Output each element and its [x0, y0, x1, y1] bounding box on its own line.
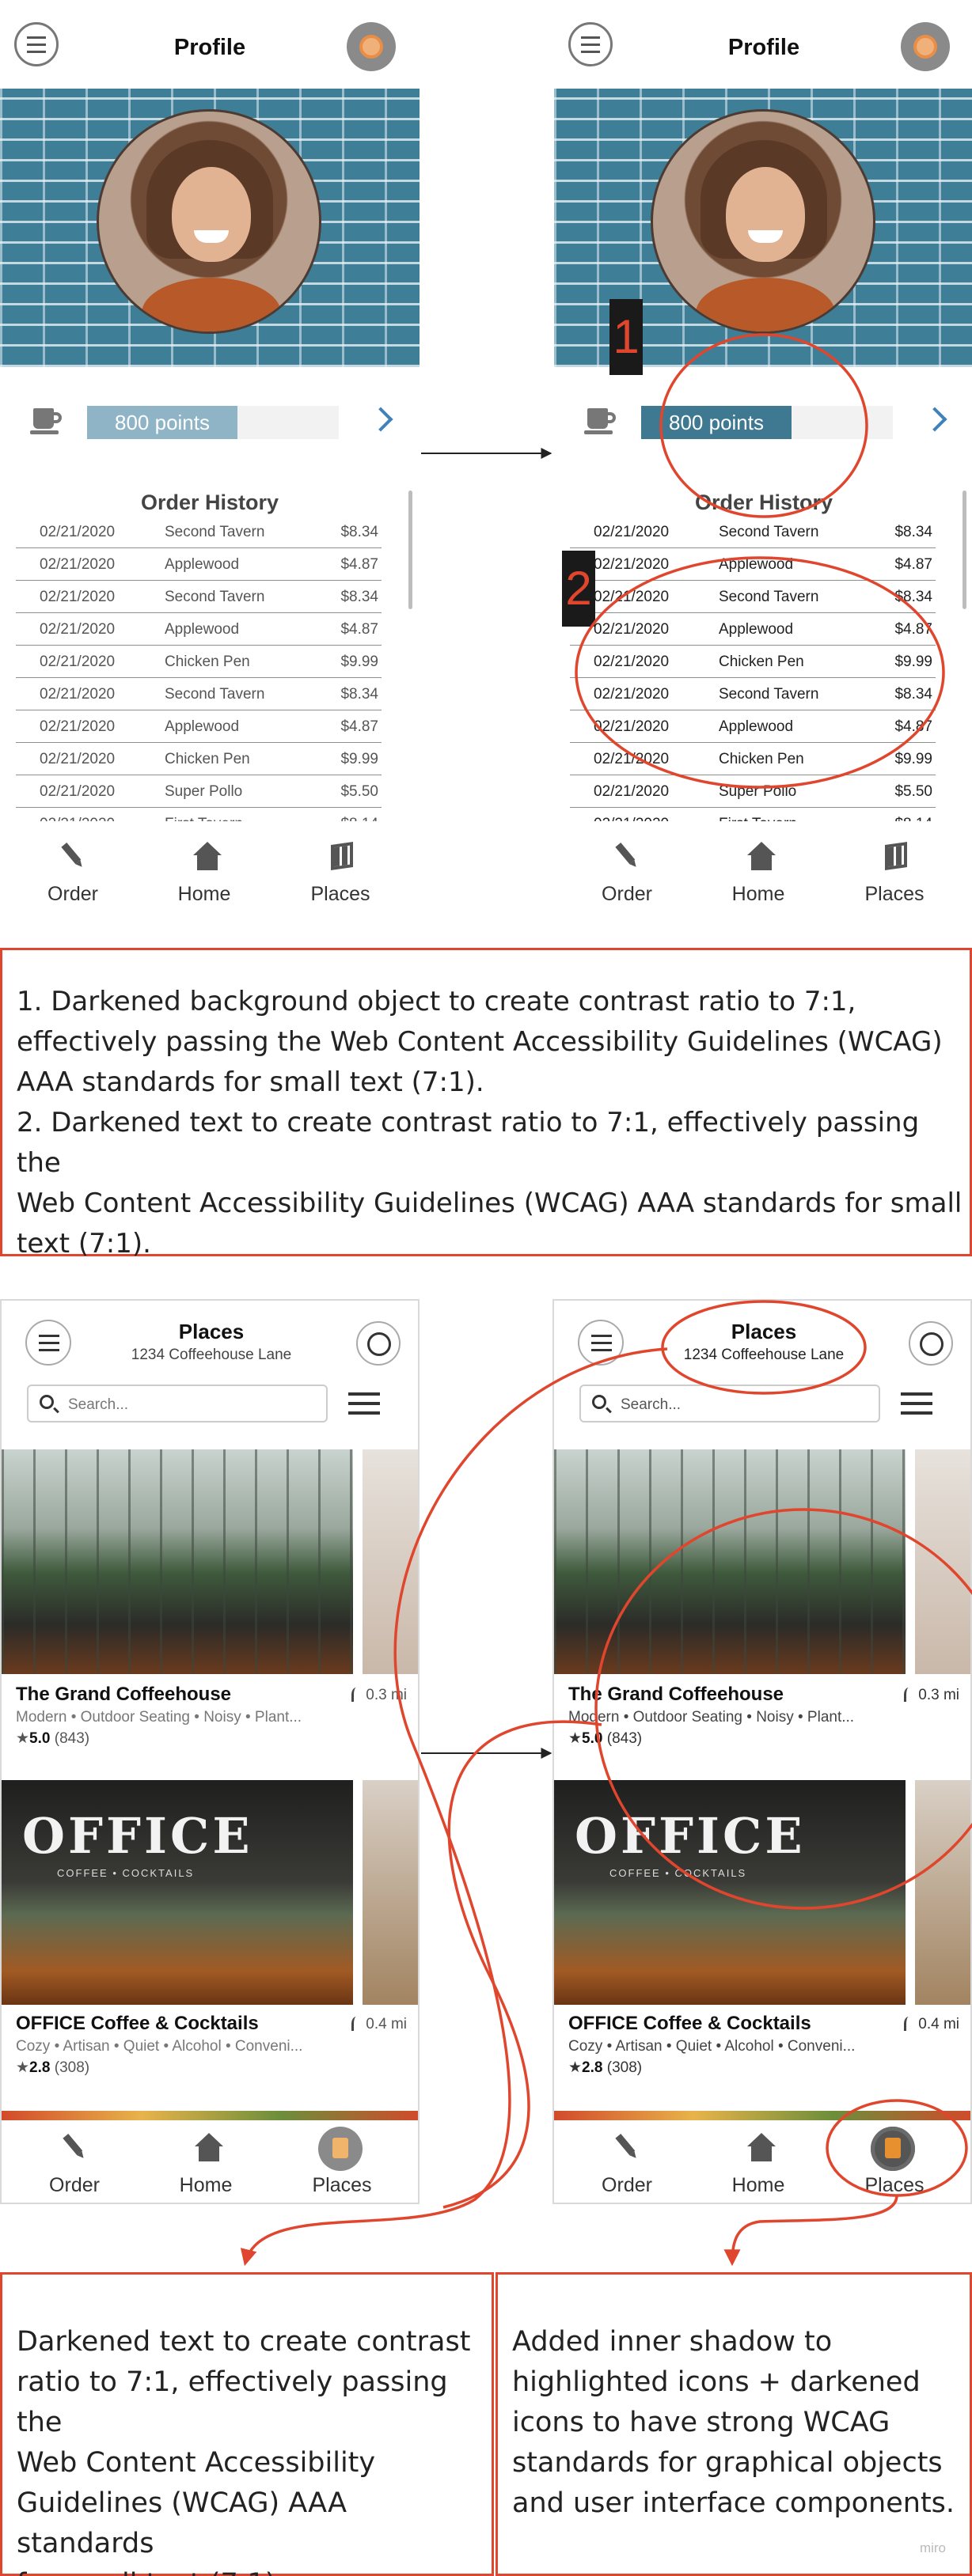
- highlight-ellipse-card: [594, 1508, 972, 1910]
- highlight-ellipse-orders: [575, 556, 945, 789]
- callout-connector-header: [240, 1347, 668, 2267]
- annotation-overlay: [240, 333, 972, 2267]
- callout-connector-card: [442, 1720, 602, 2209]
- highlight-ellipse-header: [661, 1300, 867, 1395]
- highlight-ellipse-places-tab: [826, 2099, 968, 2197]
- callout-connector-tab: [723, 2195, 898, 2267]
- highlight-ellipse-points: [659, 333, 868, 518]
